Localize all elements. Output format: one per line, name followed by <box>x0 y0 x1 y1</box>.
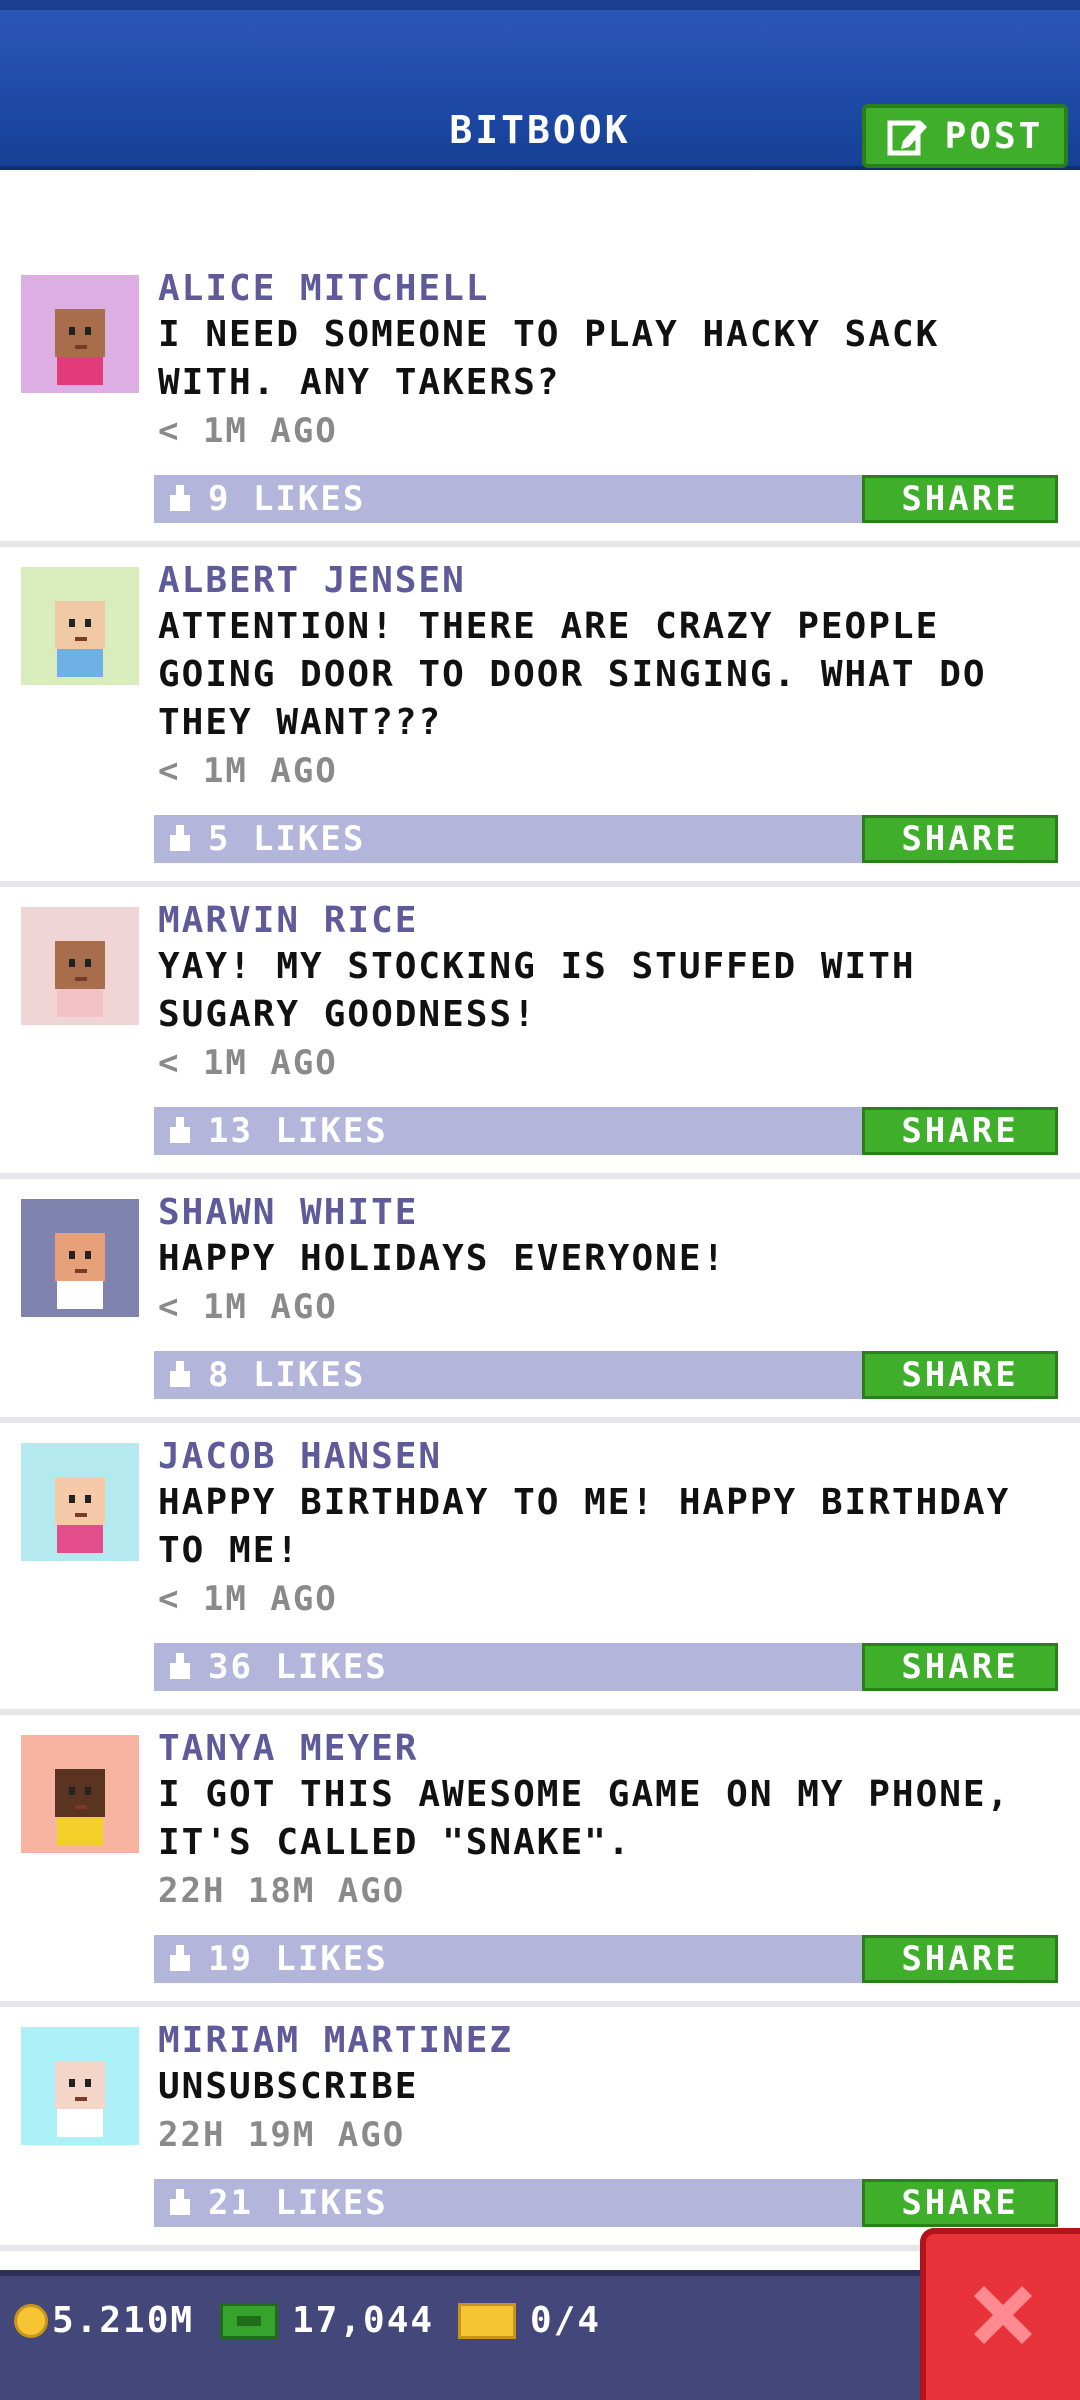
tickets-value: 0/4 <box>530 2300 602 2341</box>
ticket-icon <box>458 2302 516 2339</box>
edit-icon <box>887 115 929 157</box>
avatar-figure <box>55 2061 105 2137</box>
avatar-figure <box>55 1477 105 1553</box>
post-item: ALBERT JENSEN ATTENTION! THERE ARE CRAZY… <box>0 547 1080 887</box>
post-button[interactable]: POST <box>862 104 1068 168</box>
post-button-label: POST <box>944 115 1044 157</box>
bux-value: 17,044 <box>292 2300 435 2341</box>
post-time: 22H 18M AGO <box>158 1871 406 1911</box>
post-author[interactable]: TANYA MEYER <box>158 1727 1080 1771</box>
likes-bar[interactable]: 5 LIKES SHARE <box>154 815 1058 863</box>
post-message: HAPPY BIRTHDAY TO ME! HAPPY BIRTHDAY TO … <box>158 1482 1011 1571</box>
post-time: < 1M AGO <box>158 411 338 451</box>
share-button[interactable]: SHARE <box>862 815 1058 863</box>
post-item: ALICE MITCHELL I NEED SOMEONE TO PLAY HA… <box>0 255 1080 547</box>
post-item: JACOB HANSEN HAPPY BIRTHDAY TO ME! HAPPY… <box>0 1423 1080 1715</box>
post-author[interactable]: ALICE MITCHELL <box>158 267 1080 311</box>
avatar[interactable] <box>21 2027 139 2145</box>
post-item: SHAWN WHITE HAPPY HOLIDAYS EVERYONE! < 1… <box>0 1179 1080 1423</box>
like-icon <box>168 1361 192 1393</box>
share-button[interactable]: SHARE <box>862 1107 1058 1155</box>
share-button[interactable]: SHARE <box>862 1643 1058 1691</box>
tickets-stat: 0/4 <box>458 2300 601 2341</box>
close-icon <box>966 2278 1040 2356</box>
post-time: < 1M AGO <box>158 1579 338 1619</box>
post-item: MIRIAM MARTINEZ UNSUBSCRIBE 22H 19M AGO … <box>0 2007 1080 2251</box>
post-message: I NEED SOMEONE TO PLAY HACKY SACK WITH. … <box>158 314 940 403</box>
likes-count: 8 LIKES <box>208 1355 366 1395</box>
status-bar: 5.210M 17,044 0/4 <box>0 2270 1080 2400</box>
share-button[interactable]: SHARE <box>862 475 1058 523</box>
post-time: 22H 19M AGO <box>158 2115 406 2155</box>
likes-count: 19 LIKES <box>208 1939 388 1979</box>
avatar-figure <box>55 941 105 1017</box>
like-icon <box>168 1117 192 1149</box>
post-item: TANYA MEYER I GOT THIS AWESOME GAME ON M… <box>0 1715 1080 2007</box>
post-message: ATTENTION! THERE ARE CRAZY PEOPLE GOING … <box>158 606 987 743</box>
share-button[interactable]: SHARE <box>862 1935 1058 1983</box>
share-button[interactable]: SHARE <box>862 1351 1058 1399</box>
avatar-figure <box>55 601 105 677</box>
like-icon <box>168 825 192 857</box>
coins-stat: 5.210M <box>14 2300 194 2341</box>
post-author[interactable]: MARVIN RICE <box>158 899 1080 943</box>
bux-icon <box>220 2302 278 2339</box>
post-item: MARVIN RICE YAY! MY STOCKING IS STUFFED … <box>0 887 1080 1179</box>
feed-list[interactable]: ALICE MITCHELL I NEED SOMEONE TO PLAY HA… <box>0 255 1080 2251</box>
post-time: < 1M AGO <box>158 1287 338 1327</box>
avatar-figure <box>55 1769 105 1845</box>
likes-bar[interactable]: 9 LIKES SHARE <box>154 475 1058 523</box>
post-message: YAY! MY STOCKING IS STUFFED WITH SUGARY … <box>158 946 916 1035</box>
avatar[interactable] <box>21 1199 139 1317</box>
top-bar: BITBOOK POST <box>0 0 1080 170</box>
likes-count: 21 LIKES <box>208 2183 388 2223</box>
post-author[interactable]: JACOB HANSEN <box>158 1435 1080 1479</box>
bux-stat: 17,044 <box>220 2300 434 2341</box>
likes-count: 36 LIKES <box>208 1647 388 1687</box>
avatar[interactable] <box>21 275 139 393</box>
post-time: < 1M AGO <box>158 751 338 791</box>
like-icon <box>168 485 192 517</box>
like-icon <box>168 1945 192 1977</box>
post-author[interactable]: MIRIAM MARTINEZ <box>158 2019 1080 2063</box>
avatar-figure <box>55 1233 105 1309</box>
post-author[interactable]: ALBERT JENSEN <box>158 559 1080 603</box>
post-time: < 1M AGO <box>158 1043 338 1083</box>
likes-count: 5 LIKES <box>208 819 366 859</box>
avatar-figure <box>55 309 105 385</box>
likes-bar[interactable]: 13 LIKES SHARE <box>154 1107 1058 1155</box>
coins-value: 5.210M <box>52 2300 195 2341</box>
post-message: UNSUBSCRIBE <box>158 2066 419 2107</box>
likes-bar[interactable]: 21 LIKES SHARE <box>154 2179 1058 2227</box>
likes-count: 9 LIKES <box>208 479 366 519</box>
share-button[interactable]: SHARE <box>862 2179 1058 2227</box>
post-author[interactable]: SHAWN WHITE <box>158 1191 1080 1235</box>
avatar[interactable] <box>21 907 139 1025</box>
post-message: HAPPY HOLIDAYS EVERYONE! <box>158 1238 727 1279</box>
like-icon <box>168 1653 192 1685</box>
likes-bar[interactable]: 19 LIKES SHARE <box>154 1935 1058 1983</box>
post-message: I GOT THIS AWESOME GAME ON MY PHONE, IT'… <box>158 1774 1011 1863</box>
likes-count: 13 LIKES <box>208 1111 388 1151</box>
avatar[interactable] <box>21 567 139 685</box>
close-button[interactable] <box>920 2228 1080 2400</box>
coin-icon <box>14 2303 48 2338</box>
avatar[interactable] <box>21 1735 139 1853</box>
likes-bar[interactable]: 36 LIKES SHARE <box>154 1643 1058 1691</box>
avatar[interactable] <box>21 1443 139 1561</box>
likes-bar[interactable]: 8 LIKES SHARE <box>154 1351 1058 1399</box>
like-icon <box>168 2189 192 2221</box>
